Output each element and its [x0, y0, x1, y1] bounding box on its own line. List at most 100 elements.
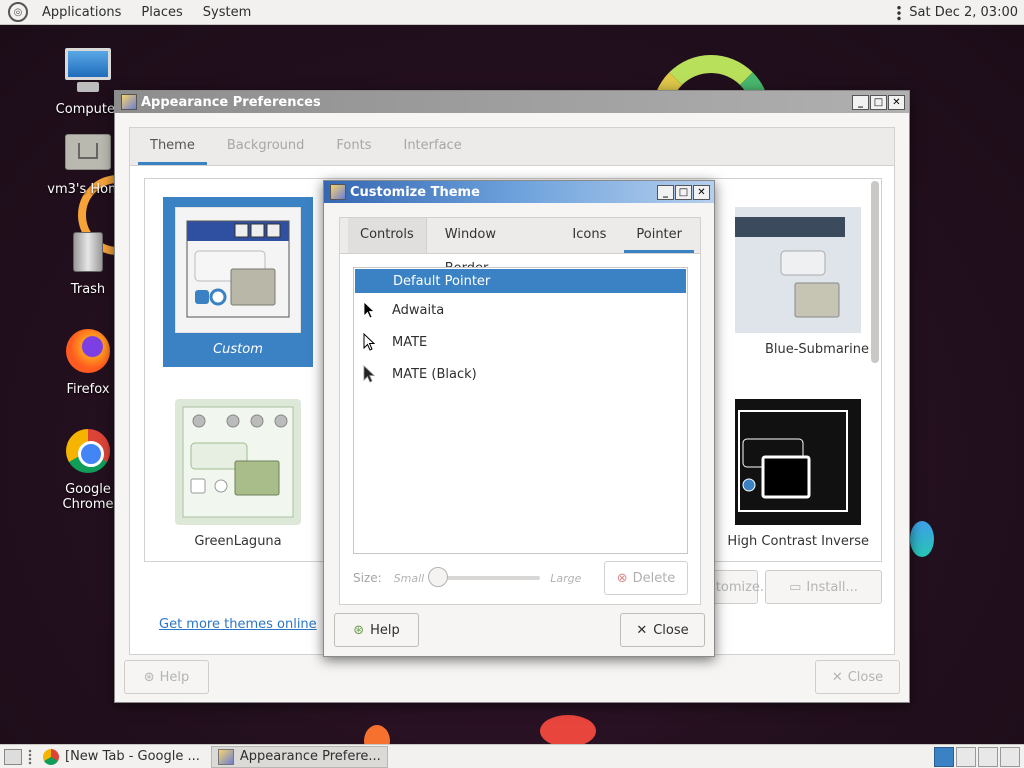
appearance-close-button[interactable]: ✕ Close — [815, 660, 900, 694]
chrome-icon — [43, 748, 59, 765]
pointer-item-adwaita[interactable]: Adwaita — [354, 294, 687, 326]
pointer-item-default[interactable]: Default Pointer — [355, 269, 686, 293]
pointer-list: Default Pointer Adwaita MATE MATE (Black… — [353, 267, 688, 554]
theme-item-custom[interactable]: Custom — [163, 197, 313, 367]
customize-help-button[interactable]: ⊛ Help — [334, 613, 419, 647]
close-window-button[interactable]: ✕ — [888, 94, 905, 110]
workspace-4[interactable] — [1000, 747, 1020, 767]
minimize-button[interactable]: _ — [657, 184, 674, 200]
desktop-icon-label: Trash — [70, 282, 106, 297]
menu-places[interactable]: Places — [135, 5, 188, 20]
panel-handle-icon[interactable] — [897, 4, 902, 21]
more-themes-link[interactable]: Get more themes online — [159, 617, 317, 632]
wallpaper-dot-shape — [910, 521, 934, 557]
bottom-panel: [New Tab - Google ... Appearance Prefere… — [0, 744, 1024, 768]
desktop-icon-label: Computer — [55, 102, 121, 117]
wallpaper-dot-shape — [540, 715, 596, 747]
task-label: Appearance Prefere... — [239, 749, 381, 764]
firefox-icon — [63, 326, 113, 376]
tab-bar: Controls Window Border Icons Pointer — [340, 218, 700, 276]
pointer-arrow-icon — [363, 301, 375, 319]
install-button[interactable]: ▭ Install... — [765, 570, 882, 604]
close-label: Close — [653, 622, 689, 638]
size-large-label: Large — [550, 571, 582, 585]
pointer-size-row: Size: Small Large ⊗ Delete — [353, 561, 688, 595]
close-icon: ✕ — [831, 669, 843, 685]
customize-close-button[interactable]: ✕ Close — [620, 613, 705, 647]
theme-name: Custom — [213, 342, 263, 357]
pointer-size-slider[interactable] — [428, 567, 541, 587]
tab-background[interactable]: Background — [215, 128, 317, 165]
show-desktop-icon[interactable] — [4, 748, 22, 765]
customize-notebook: Controls Window Border Icons Pointer Def… — [339, 217, 701, 605]
desktop-icon-label: Google Chrome — [62, 482, 114, 512]
pointer-arrow-icon — [363, 365, 375, 383]
theme-scrollbar[interactable] — [871, 181, 879, 363]
workspace-1[interactable] — [934, 747, 954, 767]
chrome-icon — [63, 426, 113, 476]
menu-applications[interactable]: Applications — [36, 5, 127, 20]
appearance-icon — [217, 748, 234, 765]
panel-handle-icon[interactable] — [28, 748, 32, 765]
task-label: [New Tab - Google ... — [65, 749, 200, 764]
close-label: Close — [847, 669, 884, 685]
pointer-item-mate-black[interactable]: MATE (Black) — [354, 358, 687, 390]
tab-icons[interactable]: Icons — [560, 218, 618, 253]
tab-interface[interactable]: Interface — [391, 128, 473, 165]
delete-label: Delete — [632, 570, 676, 586]
taskbar-item-appearance[interactable]: Appearance Prefere... — [210, 745, 388, 768]
taskbar-item-chrome[interactable]: [New Tab - Google ... — [36, 746, 207, 768]
size-small-label: Small — [393, 571, 425, 585]
close-icon: ✕ — [636, 622, 648, 638]
help-icon: ⊛ — [353, 622, 365, 638]
pointer-name: Adwaita — [392, 302, 445, 318]
pointer-arrow-icon — [363, 333, 375, 351]
install-label: Install... — [806, 579, 858, 595]
titlebar[interactable]: Customize Theme _ □ ✕ — [324, 181, 714, 203]
tab-fonts[interactable]: Fonts — [324, 128, 383, 165]
minimize-button[interactable]: _ — [852, 94, 869, 110]
size-label: Size: — [353, 571, 382, 585]
close-window-button[interactable]: ✕ — [693, 184, 710, 200]
desktop-icon-label: Firefox — [66, 382, 110, 397]
top-panel: ◎ Applications Places System Sat Dec 2, … — [0, 0, 1024, 25]
pointer-name: MATE — [392, 334, 428, 350]
maximize-button[interactable]: □ — [870, 94, 887, 110]
appearance-help-button[interactable]: ⊛ Help — [124, 660, 209, 694]
appearance-icon — [121, 94, 137, 110]
computer-icon — [63, 46, 113, 96]
panel-tray: Sat Dec 2, 03:00 — [897, 0, 1018, 25]
slider-knob[interactable] — [428, 567, 449, 587]
mate-logo-icon[interactable]: ◎ — [8, 2, 28, 22]
tab-pointer[interactable]: Pointer — [624, 218, 694, 253]
trash-icon — [63, 226, 113, 276]
menu-system[interactable]: System — [197, 5, 257, 20]
workspace-switcher — [934, 747, 1020, 767]
customize-theme-dialog: Customize Theme _ □ ✕ Controls Window Bo… — [323, 180, 715, 657]
theme-name: GreenLaguna — [194, 534, 282, 549]
workspace-3[interactable] — [978, 747, 998, 767]
delete-icon: ⊗ — [616, 570, 628, 586]
pointer-name: Default Pointer — [393, 273, 491, 289]
tab-window-border[interactable]: Window Border — [433, 218, 555, 276]
pointer-item-mate[interactable]: MATE — [354, 326, 687, 358]
help-label: Help — [370, 622, 400, 638]
tab-controls[interactable]: Controls — [348, 218, 427, 253]
delete-button[interactable]: ⊗ Delete — [604, 561, 688, 595]
theme-item-greenlaguna[interactable]: GreenLaguna — [163, 389, 313, 559]
pointer-name: MATE (Black) — [392, 366, 477, 382]
theme-preview — [174, 206, 302, 334]
folder-icon: ▭ — [789, 579, 802, 595]
tab-bar: Theme Background Fonts Interface — [130, 128, 894, 166]
home-folder-icon — [63, 126, 113, 176]
theme-preview — [735, 399, 861, 525]
workspace-2[interactable] — [956, 747, 976, 767]
tab-theme[interactable]: Theme — [138, 128, 207, 165]
dialog-title: Customize Theme — [350, 184, 480, 200]
help-label: Help — [159, 669, 190, 685]
theme-preview — [175, 399, 301, 525]
titlebar[interactable]: Appearance Preferences _ □ ✕ — [115, 91, 909, 113]
window-title: Appearance Preferences — [141, 94, 321, 110]
clock[interactable]: Sat Dec 2, 03:00 — [909, 5, 1018, 20]
maximize-button[interactable]: □ — [675, 184, 692, 200]
